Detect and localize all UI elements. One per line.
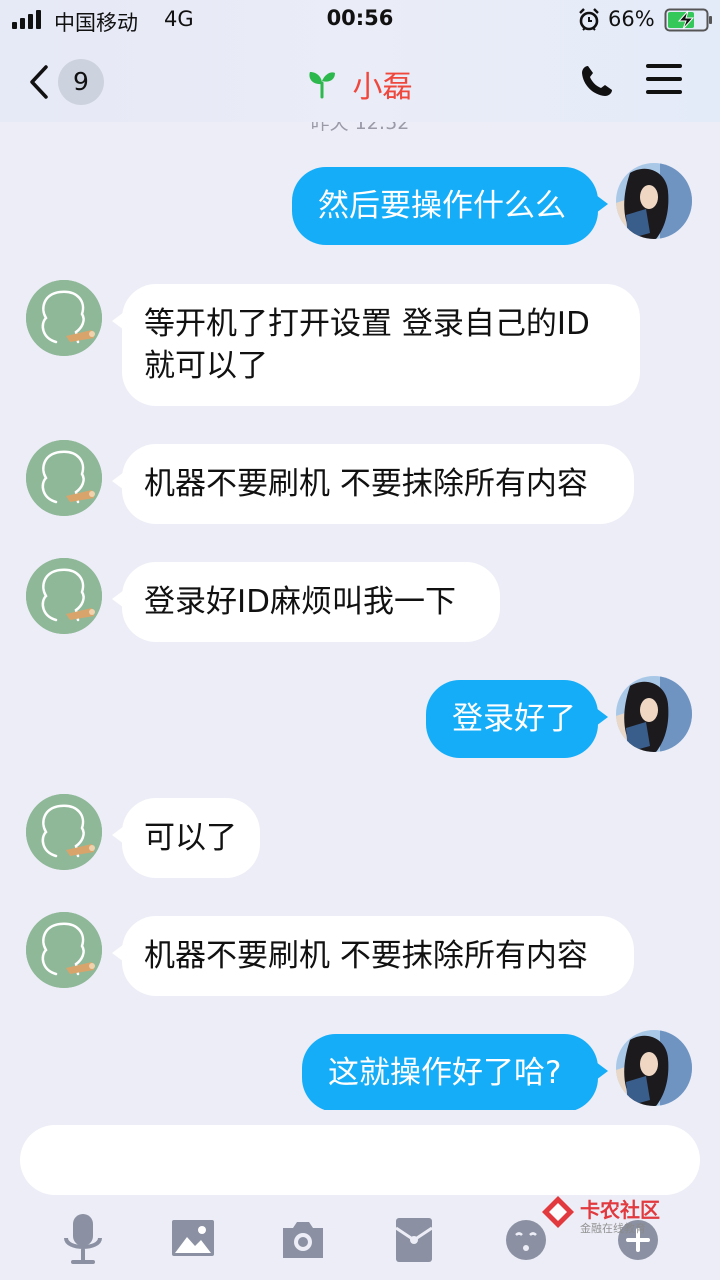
message-text: 登录好ID麻烦叫我一下 (144, 584, 457, 620)
camera-icon (283, 1222, 323, 1258)
chat-messages[interactable]: 昨天 12:52 然后要操作什么么 等开机了打开设置 登录自己的ID 就可以了 机器不… (0, 0, 720, 1110)
image-icon (172, 1220, 214, 1256)
battery-charging-icon (664, 8, 714, 37)
incoming-message: 机器不要刷机 不要抹除所有内容 (0, 912, 720, 996)
incoming-message: 可以了 (0, 794, 720, 878)
contact-avatar[interactable] (26, 912, 102, 988)
message-text: 就可以了 (144, 348, 268, 384)
outgoing-message: 这就操作好了哈? (0, 1030, 720, 1110)
microphone-icon (64, 1214, 102, 1264)
message-bubble[interactable]: 机器不要刷机 不要抹除所有内容 (122, 444, 634, 524)
message-bubble[interactable]: 登录好ID麻烦叫我一下 (122, 562, 500, 642)
contact-name[interactable]: 小磊 (353, 62, 413, 106)
message-text: 机器不要刷机 不要抹除所有内容 (144, 938, 588, 974)
phone-icon (582, 66, 612, 96)
red-packet-button[interactable] (384, 1210, 444, 1270)
my-avatar[interactable] (616, 676, 692, 752)
status-bar: 中国移动 4G 00:56 66% (0, 0, 720, 40)
contact-avatar[interactable] (26, 280, 102, 356)
red-packet-icon (395, 1218, 433, 1262)
message-text: 可以了 (144, 820, 237, 856)
contact-avatar[interactable] (26, 440, 102, 516)
message-text: 这就操作好了哈? (328, 1055, 562, 1091)
message-text: 登录好了 (452, 701, 576, 737)
alarm-icon (578, 8, 600, 37)
incoming-message: 登录好ID麻烦叫我一下 (0, 558, 720, 642)
voice-button[interactable] (53, 1210, 113, 1270)
camera-button[interactable] (273, 1210, 333, 1270)
menu-icon (646, 64, 682, 94)
incoming-message: 等开机了打开设置 登录自己的ID 就可以了 (0, 280, 720, 406)
chat-navbar: 9 小磊 (0, 40, 720, 122)
message-bubble[interactable]: 登录好了 (426, 680, 598, 758)
input-bar: 卡农社区 金融在线教育 (0, 1110, 720, 1280)
message-bubble[interactable]: 可以了 (122, 798, 260, 878)
watermark-subtitle: 金融在线教育 (580, 1222, 646, 1235)
contact-avatar[interactable] (26, 794, 102, 870)
contact-avatar[interactable] (26, 558, 102, 634)
outgoing-message: 然后要操作什么么 (0, 163, 720, 245)
call-button[interactable] (580, 64, 614, 102)
incoming-message: 机器不要刷机 不要抹除所有内容 (0, 440, 720, 524)
message-bubble[interactable]: 这就操作好了哈? (302, 1034, 598, 1110)
outgoing-message: 登录好了 (0, 676, 720, 758)
message-text: 然后要操作什么么 (318, 188, 566, 224)
my-avatar[interactable] (616, 1030, 692, 1106)
message-bubble[interactable]: 然后要操作什么么 (292, 167, 598, 245)
photo-button[interactable] (163, 1210, 223, 1270)
message-bubble[interactable]: 等开机了打开设置 登录自己的ID 就可以了 (122, 284, 640, 406)
sprout-icon (309, 72, 336, 99)
message-text: 机器不要刷机 不要抹除所有内容 (144, 466, 588, 502)
watermark-title: 卡农社区 (580, 1198, 660, 1222)
message-bubble[interactable]: 机器不要刷机 不要抹除所有内容 (122, 916, 634, 996)
my-avatar[interactable] (616, 163, 692, 239)
watermark-logo-icon (542, 1196, 574, 1228)
message-text: 等开机了打开设置 登录自己的ID (144, 306, 590, 342)
message-input[interactable] (20, 1125, 700, 1195)
battery-percentage: 66% (608, 7, 655, 31)
menu-button[interactable] (646, 64, 682, 103)
